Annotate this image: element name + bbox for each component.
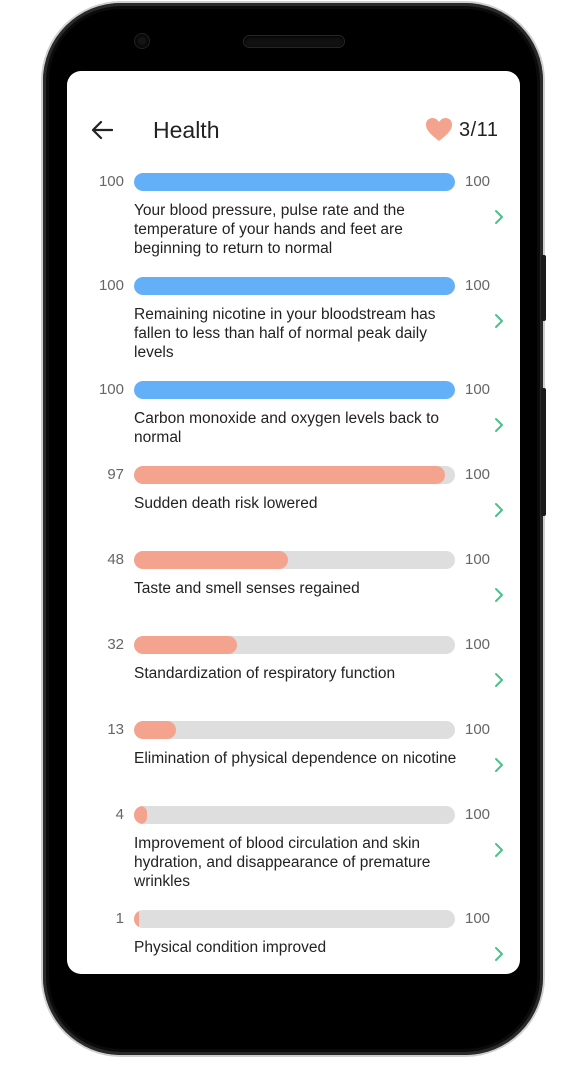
item-description: Standardization of respiratory function bbox=[134, 665, 396, 682]
progress-bar bbox=[134, 636, 455, 654]
progress-end-value: 100 bbox=[465, 381, 491, 398]
progress-end-value: 100 bbox=[465, 721, 491, 738]
page-title: Health bbox=[153, 117, 220, 143]
chevron-right-icon[interactable] bbox=[492, 207, 506, 227]
progress-bar bbox=[134, 551, 455, 569]
item-description: Remaining nicotine in your bloodstream h… bbox=[134, 306, 436, 361]
progress-counter: 3/11 bbox=[459, 119, 499, 141]
heart-icon bbox=[426, 118, 452, 141]
progress-bar-fill bbox=[134, 466, 446, 484]
earpiece-speaker bbox=[244, 36, 344, 47]
chevron-right-icon[interactable] bbox=[492, 944, 506, 964]
power-button bbox=[541, 255, 546, 321]
progress-end-value: 100 bbox=[465, 466, 491, 483]
arrow-left-icon bbox=[91, 120, 113, 140]
progress-bar bbox=[134, 910, 455, 928]
volume-button bbox=[541, 388, 546, 516]
progress-start-value: 32 bbox=[107, 636, 124, 653]
progress-bar bbox=[134, 173, 455, 191]
item-description: Taste and smell senses regained bbox=[134, 580, 360, 597]
progress-end-value: 100 bbox=[465, 910, 491, 927]
item-description: Carbon monoxide and oxygen levels back t… bbox=[134, 410, 440, 446]
progress-end-value: 100 bbox=[465, 551, 491, 568]
progress-start-value: 100 bbox=[98, 381, 124, 398]
progress-bar bbox=[134, 466, 455, 484]
progress-start-value: 100 bbox=[98, 277, 124, 294]
progress-bar bbox=[134, 806, 455, 824]
progress-bar-fill bbox=[134, 910, 139, 928]
progress-bar-fill bbox=[134, 636, 237, 654]
progress-bar-fill bbox=[134, 551, 289, 569]
progress-end-value: 100 bbox=[465, 806, 491, 823]
back-button[interactable] bbox=[87, 115, 117, 145]
chevron-right-icon[interactable] bbox=[492, 585, 506, 605]
progress-end-value: 100 bbox=[465, 636, 491, 653]
progress-end-value: 100 bbox=[465, 277, 491, 294]
progress-end-value: 100 bbox=[465, 173, 491, 190]
progress-start-value: 1 bbox=[115, 910, 124, 927]
progress-start-value: 48 bbox=[107, 551, 124, 568]
item-description: Physical condition improved bbox=[134, 939, 327, 956]
app-screen: Health 3/11 100 100 Your blood pressure, p… bbox=[67, 71, 520, 974]
item-description: Sudden death risk lowered bbox=[134, 495, 318, 512]
progress-start-value: 100 bbox=[98, 173, 124, 190]
progress-bar bbox=[134, 381, 455, 399]
chevron-right-icon[interactable] bbox=[492, 670, 506, 690]
front-camera bbox=[135, 34, 149, 48]
progress-bar bbox=[134, 721, 455, 739]
app-header: Health 3/11 bbox=[67, 111, 520, 149]
chevron-right-icon[interactable] bbox=[492, 500, 506, 520]
progress-bar-fill bbox=[134, 806, 147, 824]
progress-start-value: 13 bbox=[107, 721, 124, 738]
chevron-right-icon[interactable] bbox=[492, 755, 506, 775]
chevron-right-icon[interactable] bbox=[492, 311, 506, 331]
progress-bar-fill bbox=[134, 381, 455, 399]
item-description: Elimination of physical dependence on ni… bbox=[134, 750, 457, 767]
progress-bar bbox=[134, 277, 455, 295]
item-description: Improvement of blood circulation and ski… bbox=[134, 835, 431, 890]
chevron-right-icon[interactable] bbox=[492, 415, 506, 435]
progress-bar-fill bbox=[134, 277, 455, 295]
item-description: Your blood pressure, pulse rate and the … bbox=[134, 202, 405, 257]
progress-bar-fill bbox=[134, 721, 176, 739]
progress-start-value: 4 bbox=[115, 806, 124, 823]
progress-bar-fill bbox=[134, 173, 455, 191]
progress-start-value: 97 bbox=[107, 466, 124, 483]
chevron-right-icon[interactable] bbox=[492, 840, 506, 860]
